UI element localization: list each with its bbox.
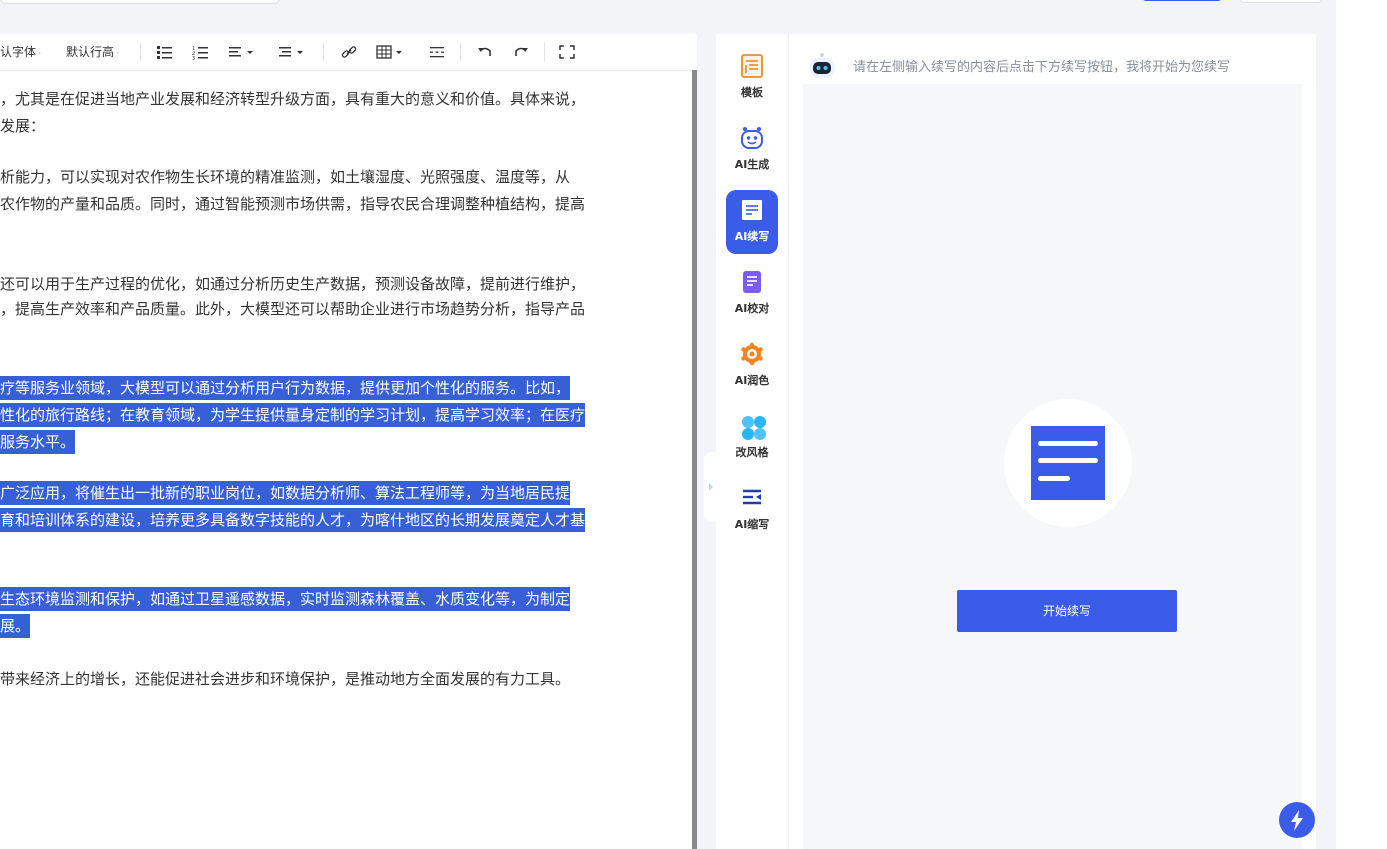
undo-icon[interactable]: [476, 44, 494, 60]
sidebar-item-label: AI续写: [734, 230, 770, 243]
toolbar-divider: [460, 42, 461, 62]
table-icon[interactable]: [376, 44, 406, 60]
sidebar-item-ai-generate[interactable]: AI生成: [726, 118, 778, 182]
tool-sidebar: 模板 AI生成 AI续写 AI校对 AI润色 改风格 AI缩写: [716, 34, 789, 849]
proofread-icon: [740, 270, 764, 294]
panel-body: 开始续写: [803, 84, 1315, 849]
editor-content[interactable]: ，尤其是在促进当地产业发展和经济转型升级方面，具有重大的意义和价值。具体来说， …: [0, 70, 690, 849]
document-illustration-icon: [1031, 426, 1105, 500]
line-height-select[interactable]: 默认行高 ·: [66, 34, 119, 70]
top-secondary-button[interactable]: [1240, 0, 1322, 3]
toolbar-divider: [140, 42, 141, 62]
robot-icon: [740, 126, 764, 150]
align-icon[interactable]: [228, 44, 256, 60]
title-input[interactable]: [0, 0, 280, 4]
selected-line: 育和培训体系的建设，培养更多具备数字技能的人才，为喀什地区的长期发展奠定人才基: [0, 508, 586, 532]
assistant-bot-icon: [805, 50, 839, 84]
selected-line: 疗等服务业领域，大模型可以通过分析用户行为数据，提供更加个性化的服务。比如，: [0, 376, 571, 400]
line-height-label: 默认行高: [66, 45, 115, 59]
link-icon[interactable]: [340, 44, 358, 60]
polish-icon: [740, 342, 764, 366]
paragraph-line: 发展：: [0, 117, 46, 135]
redo-icon[interactable]: [512, 44, 530, 60]
ai-continue-panel: 请在左侧输入续写的内容后点击下方续写按钮，我将开始为您续写 开始续写: [789, 34, 1316, 849]
sidebar-item-label: 改风格: [735, 446, 769, 459]
template-icon: [740, 54, 764, 78]
quick-action-button[interactable]: [1279, 802, 1315, 838]
hint-text: 请在左侧输入续写的内容后点击下方续写按钮，我将开始为您续写: [853, 60, 1231, 75]
numbered-list-icon[interactable]: 123: [192, 44, 210, 60]
indent-icon[interactable]: [278, 44, 306, 60]
paragraph-line: ，提高生产效率和产品质量。此外，大模型还可以帮助企业进行市场趋势分析，指导产品: [0, 300, 586, 318]
sidebar-item-label: AI缩写: [734, 518, 770, 531]
sidebar-item-ai-continue[interactable]: AI续写: [726, 190, 778, 254]
sidebar-item-label: AI校对: [734, 302, 770, 315]
selected-line: 性化的旅行路线；在教育领域，为学生提供量身定制的学习计划，提高学习效率；在医疗: [0, 403, 586, 427]
font-family-select[interactable]: 认字体 ·: [0, 34, 41, 70]
start-continue-button[interactable]: 开始续写: [957, 590, 1177, 632]
top-primary-button[interactable]: [1142, 0, 1222, 1]
paragraph-line: 还可以用于生产过程的优化，如通过分析历史生产数据，预测设备故障，提前进行维护，: [0, 275, 586, 293]
page-gutter: [1316, 14, 1336, 849]
sidebar-item-template[interactable]: 模板: [726, 46, 778, 110]
bullet-list-icon[interactable]: [156, 44, 174, 60]
paragraph-line: 带来经济上的增长，还能促进社会进步和环境保护，是推动地方全面发展的有力工具。: [0, 670, 571, 688]
illustration: [1004, 399, 1132, 527]
document-icon: [740, 198, 764, 222]
selected-line: 展。: [0, 614, 31, 638]
abbreviate-icon: [740, 486, 764, 510]
fullscreen-icon[interactable]: [558, 44, 576, 60]
selected-line: 广泛应用，将催生出一批新的职业岗位，如数据分析师、算法工程师等，为当地居民提: [0, 481, 571, 505]
selected-line: 服务水平。: [0, 430, 76, 454]
selected-line: 生态环境监测和保护，如通过卫星遥感数据，实时监测森林覆盖、水质变化等，为制定: [0, 587, 571, 611]
style-icon: [740, 414, 766, 440]
page-edge: [1336, 0, 1387, 849]
paragraph-line: 农作物的产量和品质。同时，通过智能预测市场供需，指导农民合理调整种植结构，提高: [0, 195, 586, 213]
sidebar-item-label: AI生成: [734, 158, 770, 171]
sidebar-item-ai-abbreviate[interactable]: AI缩写: [726, 478, 778, 542]
sidebar-item-change-style[interactable]: 改风格: [726, 406, 778, 470]
sidebar-item-ai-proofread[interactable]: AI校对: [726, 262, 778, 326]
sidebar-item-ai-polish[interactable]: AI润色: [726, 334, 778, 398]
toolbar-divider: [323, 42, 324, 62]
toolbar-divider: [544, 42, 545, 62]
editor-toolbar: 认字体 · 默认行高 · 123: [0, 34, 697, 71]
divider-line-icon[interactable]: [428, 44, 446, 60]
svg-text:3: 3: [192, 56, 195, 60]
lightning-icon: [1291, 810, 1303, 831]
sidebar-item-label: AI润色: [734, 374, 770, 387]
paragraph-line: 析能力，可以实现对农作物生长环境的精准监测，如土壤湿度、光照强度、温度等，从: [0, 168, 571, 186]
sidebar-item-label: 模板: [741, 86, 763, 99]
editor-scrollbar[interactable]: [692, 70, 697, 849]
paragraph-line: ，尤其是在促进当地产业发展和经济转型升级方面，具有重大的意义和价值。具体来说，: [0, 90, 586, 108]
font-family-label: 认字体: [0, 45, 37, 59]
